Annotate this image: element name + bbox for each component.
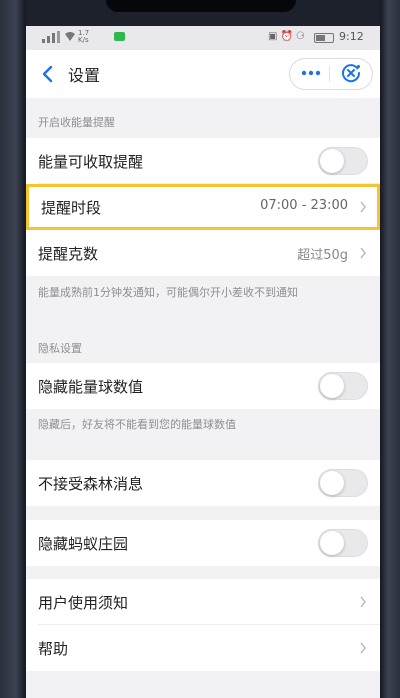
- chevron-left-icon[interactable]: [38, 64, 58, 84]
- chevron-right-icon: [360, 247, 366, 259]
- row-hide-energy: 隐藏能量球数值: [26, 363, 380, 409]
- phone-screen: 1.7 K/s ▣⏰⚆ 9:12 设置 开启收能量提醒 能量可收取提醒 提醒时段: [26, 26, 380, 698]
- page-title: 设置: [68, 66, 101, 85]
- toggle-forest-messages[interactable]: [318, 469, 368, 497]
- reminder-period-value: 07:00 - 23:00: [260, 198, 348, 213]
- row-help[interactable]: 帮助: [26, 625, 380, 671]
- more-dots-icon[interactable]: [298, 67, 324, 79]
- energy-footnote: 能量成熟前1分钟发通知，可能偶尔开小差收不到通知: [38, 286, 298, 299]
- phone-bezel-right: [380, 0, 400, 698]
- row-label: 隐藏能量球数值: [38, 378, 144, 396]
- row-label: 能量可收取提醒: [38, 153, 144, 171]
- privacy-footnote: 隐藏后，好友将不能看到您的能量球数值: [38, 418, 236, 431]
- signal-icon: [42, 31, 60, 43]
- toggle-hide-energy[interactable]: [318, 372, 368, 400]
- phone-notch: [106, 0, 296, 12]
- reminder-grams-value: 超过50g: [297, 248, 348, 263]
- toggle-knob: [320, 531, 344, 555]
- row-label: 提醒时段: [41, 199, 102, 217]
- close-circle-icon[interactable]: [340, 62, 362, 84]
- row-label: 提醒克数: [38, 245, 99, 263]
- chevron-right-icon: [360, 596, 366, 608]
- capsule-divider: [329, 66, 330, 82]
- section-header-energy: 开启收能量提醒: [38, 116, 115, 129]
- toggle-energy-reminder[interactable]: [318, 147, 368, 175]
- battery-icon: [314, 33, 334, 43]
- row-energy-reminder: 能量可收取提醒: [26, 138, 380, 184]
- toggle-knob: [320, 471, 344, 495]
- row-label: 不接受森林消息: [38, 475, 144, 493]
- row-reminder-grams[interactable]: 提醒克数 超过50g: [26, 230, 380, 276]
- status-icons: ▣⏰⚆: [268, 31, 308, 42]
- row-forest-messages: 不接受森林消息: [26, 460, 380, 506]
- sim-card-icon: [114, 32, 125, 41]
- phone-bezel-left: [0, 0, 26, 698]
- row-label: 隐藏蚂蚁庄园: [38, 535, 129, 553]
- wifi-icon: [65, 32, 75, 41]
- row-user-terms[interactable]: 用户使用须知: [26, 579, 380, 625]
- navigation-bar: 设置: [26, 50, 380, 98]
- row-label: 帮助: [38, 640, 69, 658]
- row-hide-farm: 隐藏蚂蚁庄园: [26, 520, 380, 566]
- toggle-knob: [320, 149, 344, 173]
- status-time: 9:12: [339, 30, 364, 43]
- toggle-knob: [320, 374, 344, 398]
- chevron-right-icon: [360, 642, 366, 654]
- chevron-right-icon: [360, 201, 366, 213]
- toggle-hide-farm[interactable]: [318, 529, 368, 557]
- section-header-privacy: 隐私设置: [38, 342, 82, 355]
- status-bar: 1.7 K/s ▣⏰⚆ 9:12: [26, 26, 380, 50]
- row-label: 用户使用须知: [38, 594, 129, 612]
- network-speed: 1.7 K/s: [78, 29, 90, 44]
- row-reminder-period[interactable]: 提醒时段 07:00 - 23:00: [26, 184, 380, 230]
